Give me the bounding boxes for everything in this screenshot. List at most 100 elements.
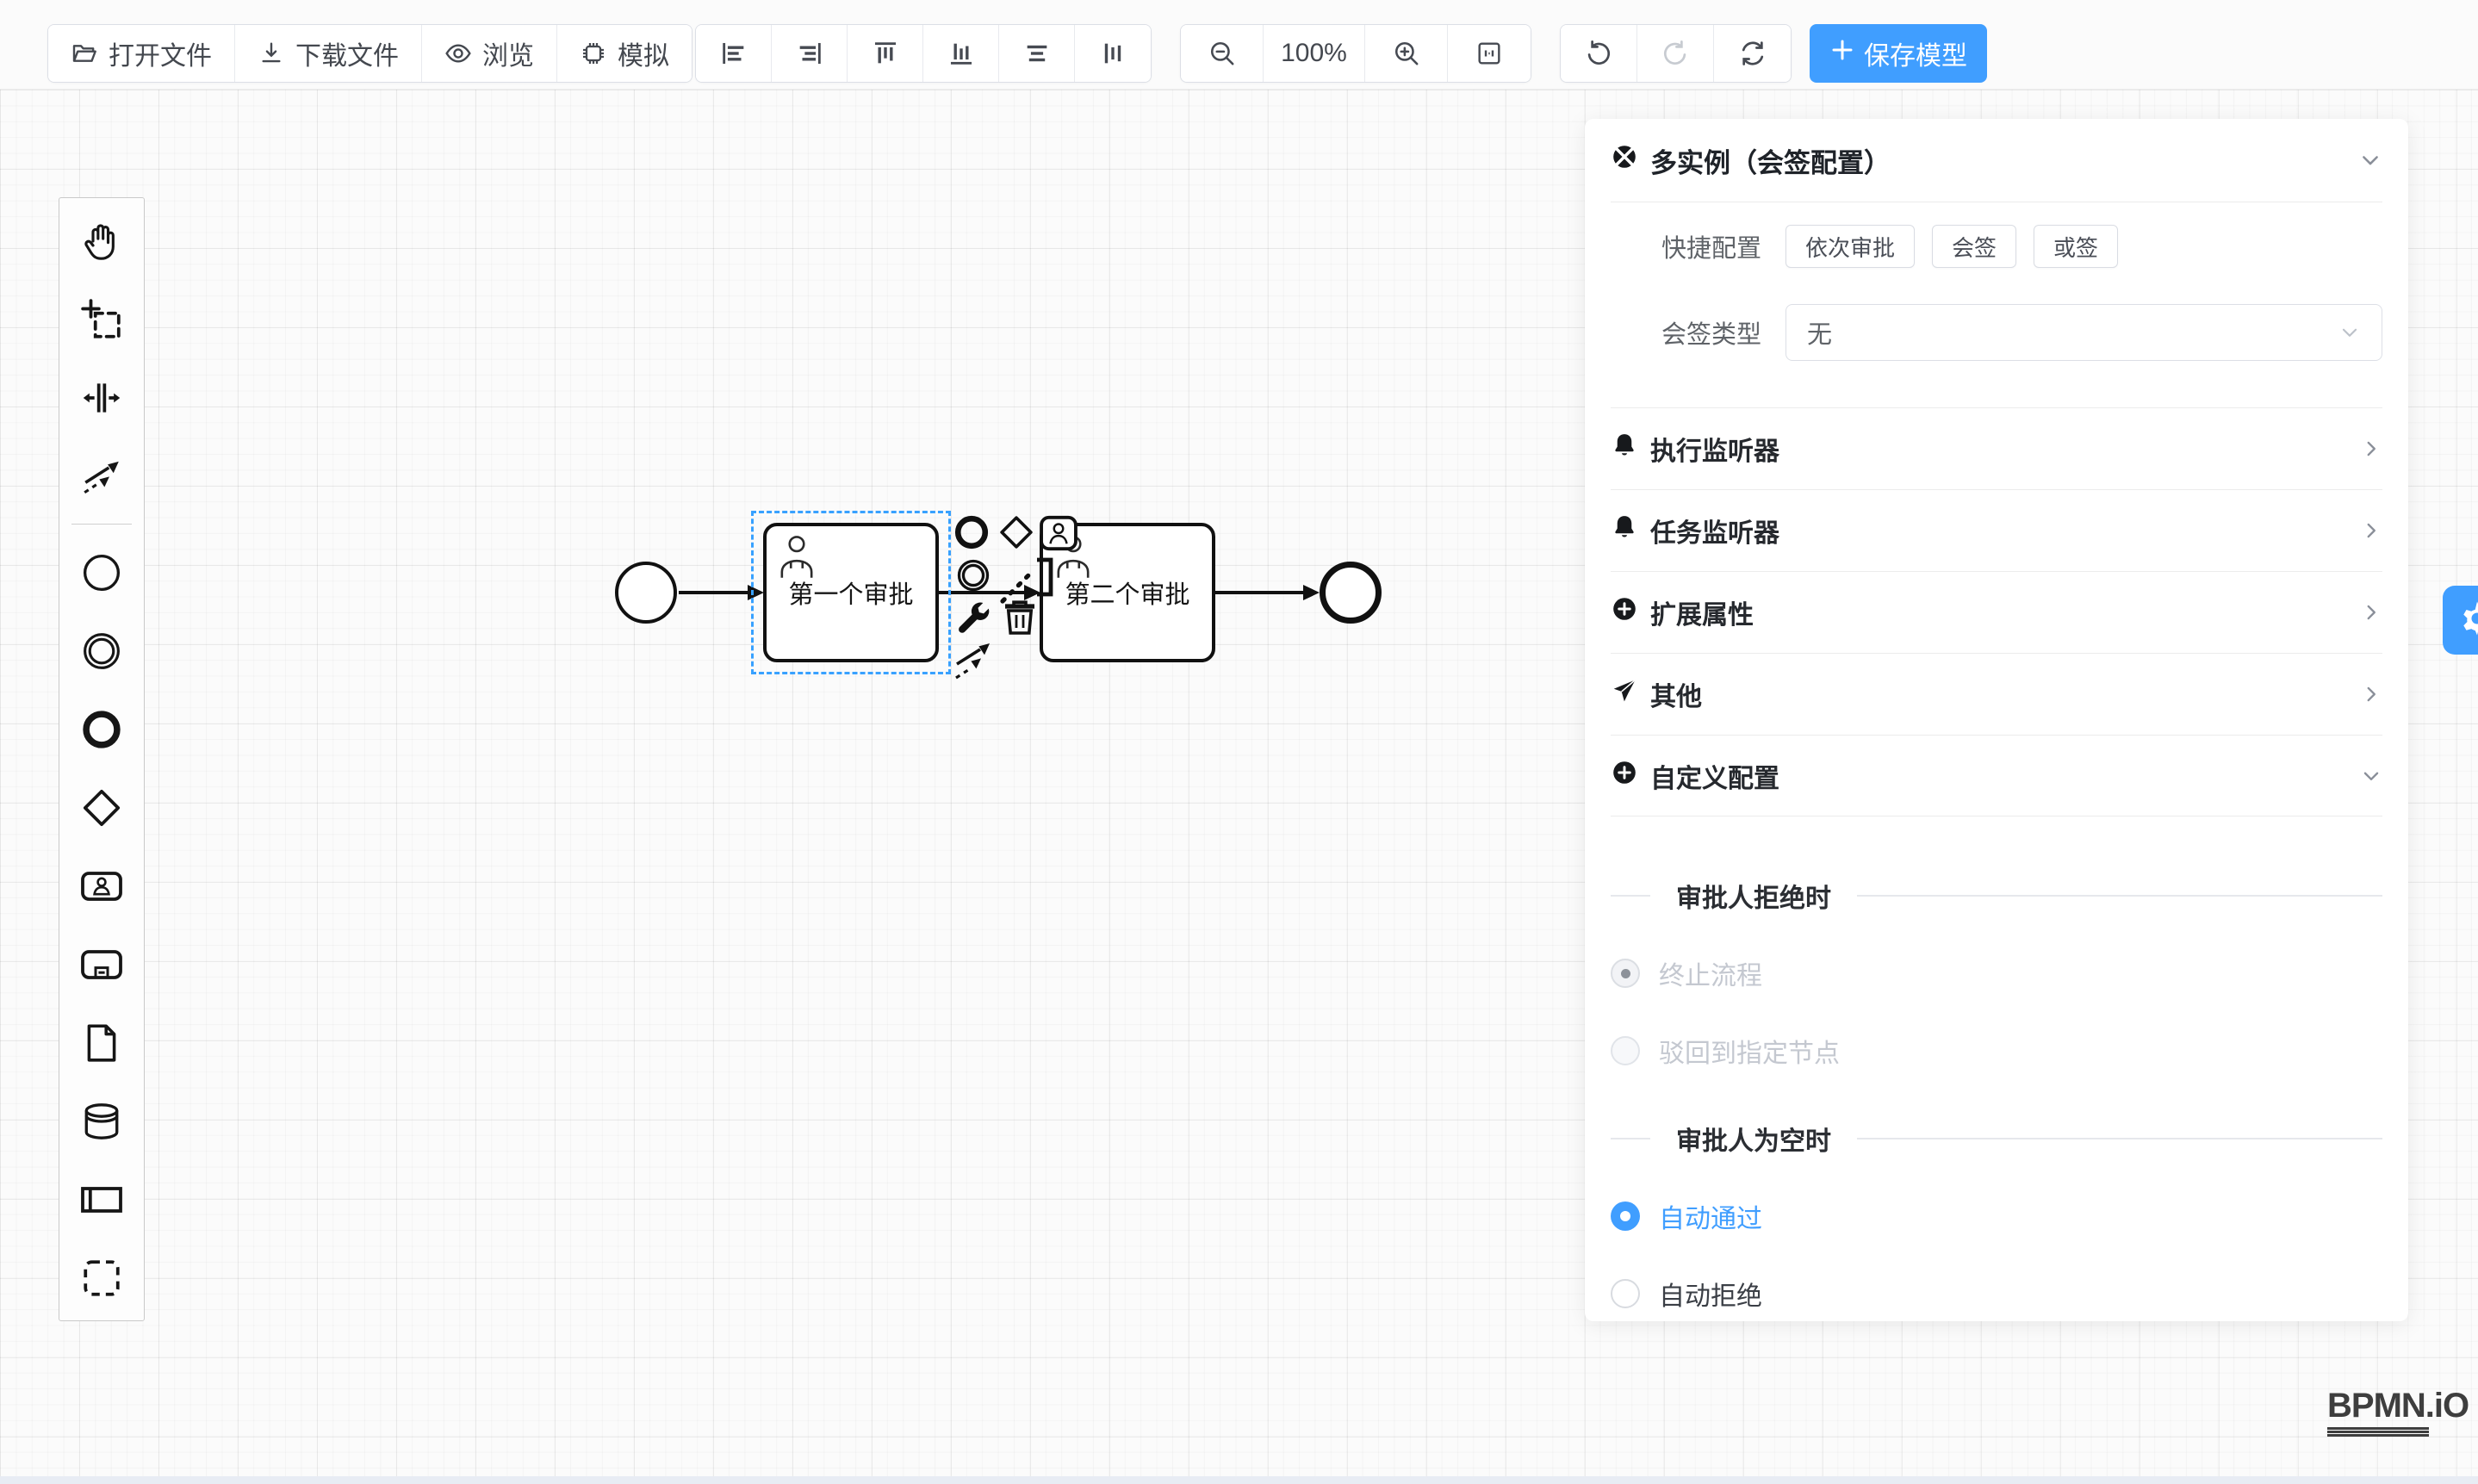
section-custom-config[interactable]: 自定义配置 [1611,735,2382,817]
quick-config-orsign-button[interactable]: 或签 [2034,225,2118,268]
panel-header[interactable]: 多实例（会签配置） [1611,119,2382,202]
end-event-icon[interactable] [59,690,144,768]
align-left-icon [719,39,748,68]
section-execution-listener[interactable]: 执行监听器 [1611,407,2382,489]
global-connect-icon[interactable] [59,437,144,515]
section-label: 扩展属性 [1650,593,1754,631]
reset-zoom-icon [1738,39,1767,68]
horizontal-scrollbar[interactable] [0,1476,2478,1484]
bpmn-io-watermark[interactable]: BPMN.iO [2327,1387,2469,1437]
gear-icon [2457,599,2478,643]
radio-terminate-process[interactable]: 终止流程 [1611,954,2382,992]
append-end-event-icon[interactable] [953,513,991,556]
append-gateway-icon[interactable] [997,513,1035,556]
fit-viewport-icon [1475,39,1504,68]
start-event-icon[interactable] [59,533,144,612]
user-task-icon[interactable] [59,847,144,925]
plus-icon [1829,37,1855,70]
zoom-in-button[interactable] [1365,25,1448,82]
radio-icon [1611,1201,1640,1231]
sign-type-value: 无 [1807,314,1832,351]
align-top-icon [871,39,900,68]
align-right-button[interactable] [772,25,848,82]
radio-label: 驳回到指定节点 [1659,1032,1840,1070]
plus-circle-icon [1611,595,1638,630]
section-other[interactable]: 其他 [1611,653,2382,735]
open-file-button[interactable]: 打开文件 [48,25,235,82]
lasso-tool-icon[interactable] [59,280,144,358]
participant-pool-icon[interactable] [59,1160,144,1239]
data-object-icon[interactable] [59,1003,144,1082]
align-left-button[interactable] [696,25,772,82]
radio-auto-pass[interactable]: 自动通过 [1611,1197,2382,1235]
simulate-label: 模拟 [618,34,669,72]
end-event-node[interactable] [1320,562,1382,624]
palette-separator [71,524,133,525]
align-bottom-button[interactable] [923,25,999,82]
send-icon [1611,677,1638,711]
simulate-button[interactable]: 模拟 [557,25,692,82]
preview-button[interactable]: 浏览 [422,25,557,82]
hand-tool-icon[interactable] [59,202,144,280]
align-center-vertical-icon [1098,39,1127,68]
settings-tab[interactable] [2443,586,2478,655]
data-store-icon[interactable] [59,1082,144,1160]
quick-config-countersign-button[interactable]: 会签 [1932,225,2016,268]
append-user-task-icon[interactable] [1039,515,1078,556]
open-file-label: 打开文件 [109,34,212,72]
panel-sections: 执行监听器 任务监听器 扩展属性 其他 自定义配置 [1611,407,2382,817]
align-center-horizontal-button[interactable] [999,25,1075,82]
radio-return-to-node[interactable]: 驳回到指定节点 [1611,1032,2382,1070]
save-model-button[interactable]: 保存模型 [1810,24,1987,83]
align-center-horizontal-icon [1022,39,1052,68]
chevron-right-icon [2360,438,2382,460]
align-center-vertical-button[interactable] [1075,25,1151,82]
divider-title: 审批人为空时 [1676,1120,1831,1158]
trash-icon[interactable] [1003,598,1037,642]
connect-tool-icon[interactable] [953,634,997,686]
intermediate-event-icon[interactable] [59,612,144,690]
gateway-icon[interactable] [59,768,144,847]
download-file-label: 下载文件 [295,34,399,72]
panel-title: 多实例（会签配置） [1650,141,1891,180]
watermark-underline [2327,1427,2429,1437]
space-tool-icon[interactable] [59,358,144,437]
align-top-button[interactable] [848,25,923,82]
subprocess-icon[interactable] [59,925,144,1003]
section-task-listener[interactable]: 任务监听器 [1611,489,2382,571]
quick-config-sequential-button[interactable]: 依次审批 [1786,225,1915,268]
bell-icon [1611,513,1638,548]
fit-viewport-button[interactable] [1448,25,1531,82]
sign-type-label: 会签类型 [1611,314,1761,351]
zoom-level: 100% [1264,25,1365,82]
section-extended-properties[interactable]: 扩展属性 [1611,571,2382,653]
reset-zoom-button[interactable] [1714,25,1791,82]
radio-auto-reject[interactable]: 自动拒绝 [1611,1275,2382,1313]
multi-instance-icon [1611,143,1638,177]
download-file-button[interactable]: 下载文件 [235,25,422,82]
bpmn-designer: 第一个审批 第二个审批 [0,0,2478,1484]
sign-type-select[interactable]: 无 [1786,304,2382,361]
properties-panel: 多实例（会签配置） 快捷配置 依次审批 会签 或签 会签类型 无 执行监听器 [1585,119,2408,1321]
undo-button[interactable] [1561,25,1637,82]
radio-label: 终止流程 [1659,954,1762,992]
zoom-in-icon [1392,39,1421,68]
user-icon [777,533,817,588]
start-event-node[interactable] [615,562,677,624]
redo-icon [1661,39,1690,68]
quick-config-label: 快捷配置 [1611,228,1761,264]
append-intermediate-event-icon[interactable] [954,556,992,599]
zoom-out-button[interactable] [1181,25,1264,82]
section-label: 执行监听器 [1650,430,1779,468]
task-node-1[interactable]: 第一个审批 [763,523,939,662]
zoom-out-icon [1208,39,1237,68]
save-model-label: 保存模型 [1864,34,1967,72]
group-icon[interactable] [59,1239,144,1317]
file-toolbar-group: 打开文件 下载文件 浏览 模拟 [47,24,692,83]
align-bottom-icon [947,39,976,68]
align-right-icon [795,39,824,68]
chevron-down-icon[interactable] [2358,148,2382,172]
redo-button[interactable] [1637,25,1714,82]
quick-config-row: 快捷配置 依次审批 会签 或签 [1611,225,2382,268]
divider-title: 审批人拒绝时 [1676,877,1831,915]
